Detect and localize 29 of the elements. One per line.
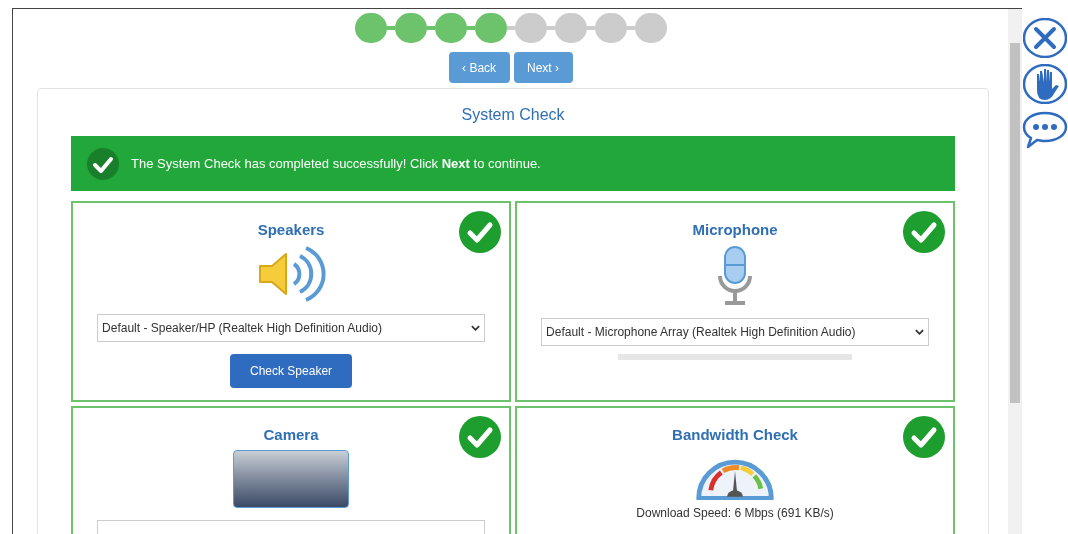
step-connector <box>586 26 595 30</box>
raised-hand-icon[interactable] <box>1023 64 1067 104</box>
page-title: System Check <box>460 105 566 125</box>
success-message: The System Check has completed successfully! Click Next to continue. <box>131 154 541 173</box>
back-button[interactable]: ‹ Back <box>448 52 510 83</box>
download-speed-text: Download Speed: 6 Mbps (691 KB/s) <box>635 505 835 522</box>
check-title: Microphone <box>691 220 779 240</box>
check-title: Camera <box>262 424 320 445</box>
check-title: Speakers <box>256 220 326 240</box>
step-connector <box>386 26 395 30</box>
step-connector <box>466 26 475 30</box>
close-icon[interactable] <box>1023 18 1067 58</box>
speaker-icon <box>256 245 327 302</box>
chevron-down-icon <box>471 324 481 331</box>
check-speaker-button[interactable]: Check Speaker <box>230 353 353 388</box>
chat-icon[interactable] <box>1022 110 1068 150</box>
device-dropdown[interactable]: Default - Speaker/HP (Realtek High Definition Audio) <box>97 313 486 342</box>
next-button[interactable]: Next › <box>513 52 573 83</box>
microphone-icon <box>717 245 754 306</box>
checkmark-icon <box>87 147 120 180</box>
step-connector <box>426 26 435 30</box>
step-connector <box>546 26 555 30</box>
check-title: Bandwidth Check <box>671 424 799 445</box>
device-dropdown[interactable]: Default - Microphone Array (Realtek High Definition Audio) <box>541 317 930 346</box>
step-connector <box>506 26 515 30</box>
step-connector <box>626 26 635 30</box>
scrollbar-thumb[interactable] <box>1010 43 1021 403</box>
chevron-down-icon <box>915 328 925 335</box>
scrollbar[interactable] <box>1008 8 1022 534</box>
